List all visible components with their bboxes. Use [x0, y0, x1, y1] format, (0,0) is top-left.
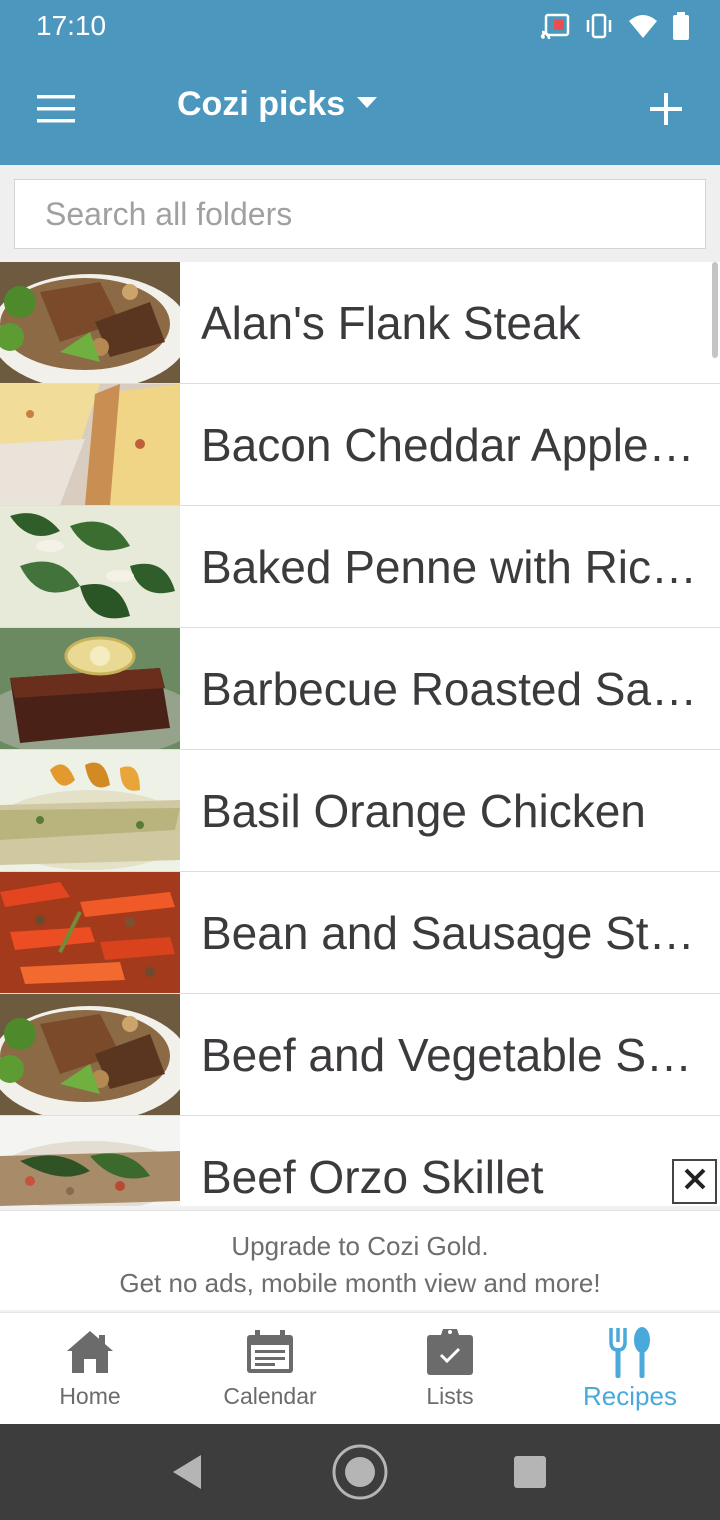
upgrade-subtitle: Get no ads, mobile month view and more!: [119, 1268, 601, 1298]
recipe-row[interactable]: Basil Orange Chicken: [0, 750, 720, 872]
recipe-name: Bean and Sausage St…: [201, 906, 695, 959]
recipe-row[interactable]: Alan's Flank Steak: [0, 262, 720, 384]
recipe-thumbnail: [0, 384, 180, 505]
search-input[interactable]: [14, 179, 706, 249]
home-icon: [0, 1327, 180, 1377]
bottom-navigation: Home Calendar Lists Recipes: [0, 1312, 720, 1424]
upgrade-banner[interactable]: Upgrade to Cozi Gold. Get no ads, mobile…: [0, 1210, 720, 1310]
close-icon: [684, 1168, 706, 1195]
wifi-icon: [628, 13, 658, 39]
back-triangle-icon[interactable]: [158, 1442, 218, 1502]
nav-recipes-label: Recipes: [583, 1381, 677, 1411]
close-ad-button[interactable]: [672, 1159, 717, 1204]
search-bar: [0, 165, 720, 262]
recipe-row[interactable]: Barbecue Roasted Sal…: [0, 628, 720, 750]
nav-lists[interactable]: Lists: [360, 1313, 540, 1425]
recipe-name: Baked Penne with Ric…: [201, 540, 698, 593]
recipe-name: Beef and Vegetable S…: [201, 1028, 693, 1081]
nav-home-label: Home: [59, 1383, 121, 1409]
nav-lists-label: Lists: [426, 1383, 474, 1409]
app-bar: Cozi picks: [0, 55, 720, 165]
home-circle-icon[interactable]: [330, 1442, 390, 1502]
recipe-row[interactable]: Baked Penne with Ric…: [0, 506, 720, 628]
cozi-app: 17:10 Cozi picks Search all folders Alan…: [0, 0, 720, 1520]
nav-recipes[interactable]: Recipes: [540, 1313, 720, 1425]
recipe-thumbnail: [0, 262, 180, 383]
recipe-row[interactable]: Bacon Cheddar Apple…: [0, 384, 720, 506]
cast-icon: [540, 13, 570, 39]
status-time: 17:10: [36, 10, 107, 41]
fork-spoon-icon: [540, 1327, 720, 1378]
recipe-thumbnail: [0, 872, 180, 993]
hamburger-menu-icon[interactable]: [26, 83, 86, 135]
page-title: Cozi picks: [177, 85, 346, 123]
clipboard-check-icon: [360, 1327, 540, 1377]
plus-icon: [650, 92, 682, 130]
battery-icon: [672, 12, 690, 40]
recipe-name: Beef Orzo Skillet: [201, 1150, 544, 1203]
add-recipe-button[interactable]: [638, 83, 694, 139]
recipe-thumbnail: [0, 506, 180, 627]
status-bar: 17:10: [0, 0, 720, 55]
recipe-name: Basil Orange Chicken: [201, 784, 646, 837]
nav-calendar[interactable]: Calendar: [180, 1313, 360, 1425]
recipe-thumbnail: [0, 628, 180, 749]
upgrade-title: Upgrade to Cozi Gold.: [231, 1231, 489, 1261]
recipe-list[interactable]: Alan's Flank Steak Bacon Cheddar Apple… …: [0, 262, 720, 1206]
recents-square-icon[interactable]: [500, 1442, 560, 1502]
caret-down-icon: [357, 96, 378, 114]
scrollbar-thumb[interactable]: [712, 262, 718, 358]
recipe-thumbnail: [0, 994, 180, 1115]
nav-calendar-label: Calendar: [223, 1383, 317, 1409]
header: 17:10 Cozi picks: [0, 0, 720, 165]
recipe-name: Alan's Flank Steak: [201, 296, 581, 349]
nav-home[interactable]: Home: [0, 1313, 180, 1425]
folder-dropdown[interactable]: Cozi picks: [177, 85, 378, 124]
recipe-thumbnail: [0, 1116, 180, 1206]
calendar-icon: [180, 1327, 360, 1377]
recipe-name: Bacon Cheddar Apple…: [201, 418, 695, 471]
recipe-row[interactable]: Beef and Vegetable S…: [0, 994, 720, 1116]
recipe-name: Barbecue Roasted Sal…: [201, 662, 701, 715]
status-icons: [540, 12, 690, 40]
recipe-row[interactable]: Beef Orzo Skillet: [0, 1116, 720, 1206]
recipe-thumbnail: [0, 750, 180, 871]
vibrate-icon: [584, 13, 614, 39]
system-navigation-bar: [0, 1424, 720, 1520]
recipe-row[interactable]: Bean and Sausage St…: [0, 872, 720, 994]
